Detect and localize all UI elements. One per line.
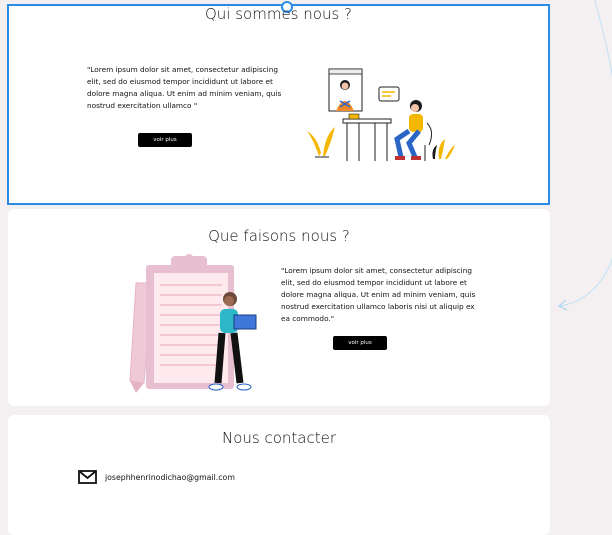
contact-section: Nous contacter josephhenrinodichao@gmail… — [8, 415, 550, 535]
video-call-illustration — [307, 68, 455, 161]
contact-title: Nous contacter — [221, 429, 337, 447]
services-text: "Lorem ipsum dolor sit amet, consectetur… — [281, 266, 476, 323]
about-title: Qui sommes nous ? — [204, 5, 352, 23]
services-section: Que faisons nous ? "Lorem ipsum dolor si… — [8, 209, 550, 406]
decorative-curve — [558, 0, 612, 311]
contact-email-row[interactable]: josephhenrinodichao@gmail.com — [78, 470, 235, 484]
services-title: Que faisons nous ? — [208, 227, 350, 245]
about-section[interactable]: Qui sommes nous ? "Lorem ipsum dolor sit… — [7, 1, 550, 205]
mail-icon — [78, 470, 97, 484]
about-text: "Lorem ipsum dolor sit amet, consectetur… — [87, 65, 282, 110]
contact-email[interactable]: josephhenrinodichao@gmail.com — [105, 473, 235, 482]
clipboard-illustration — [129, 254, 257, 393]
services-more-button[interactable]: voir plus — [333, 336, 387, 350]
about-more-button[interactable]: voir plus — [138, 133, 192, 147]
